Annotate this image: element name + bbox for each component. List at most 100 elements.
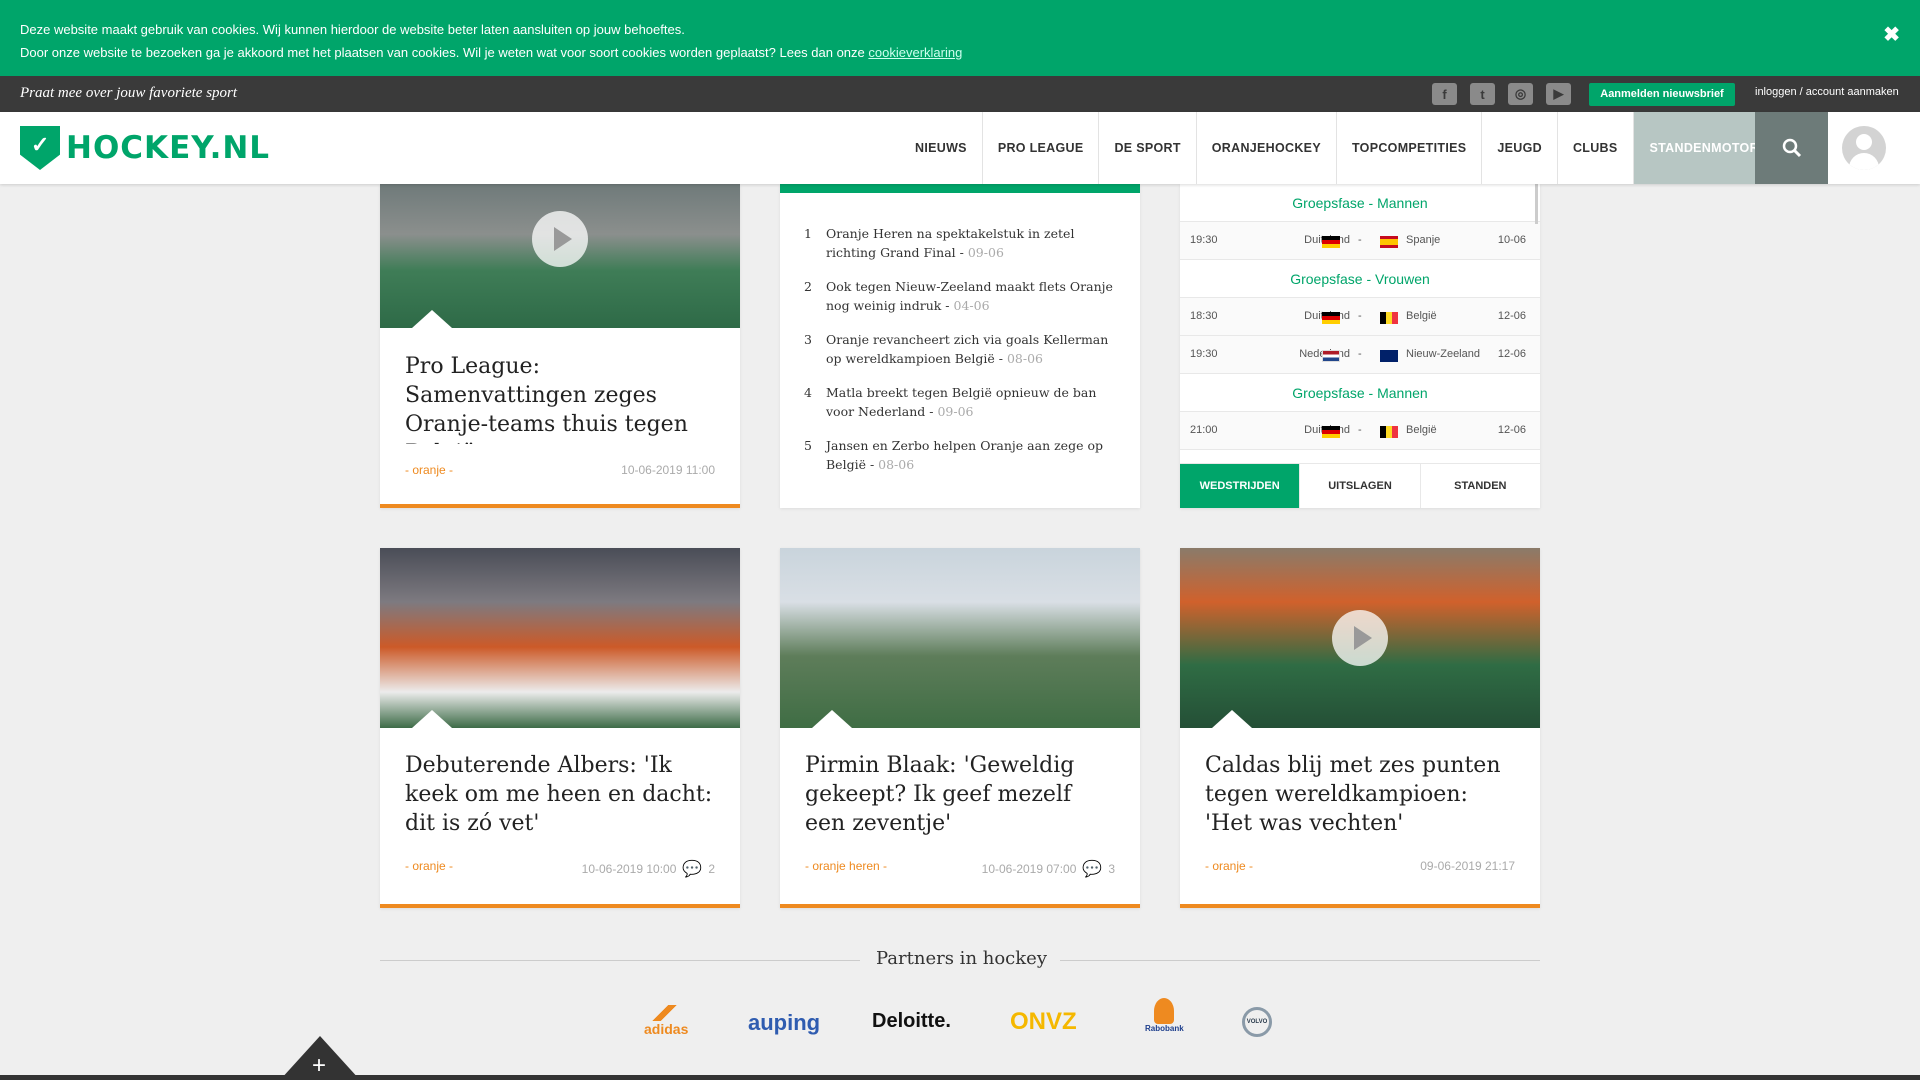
main-header: HOCKEY.NL NIEUWS PRO LEAGUE DE SPORT ORA… bbox=[0, 112, 1920, 184]
scrollbar[interactable] bbox=[1535, 184, 1538, 224]
nav-item-de-sport[interactable]: DE SPORT bbox=[1098, 112, 1195, 184]
article-date: 09-06-2019 21:17 bbox=[1420, 859, 1515, 873]
twitter-icon[interactable]: t bbox=[1470, 83, 1495, 105]
list-item-title: Oranje Heren na spektakelstuk in zetel r… bbox=[826, 226, 1075, 260]
partner-name: ONVZ bbox=[1010, 1008, 1077, 1035]
rabobank-logo-icon bbox=[1154, 998, 1175, 1024]
match-away-team: België bbox=[1406, 310, 1437, 322]
newsletter-button[interactable]: Aanmelden nieuwsbrief bbox=[1589, 83, 1735, 106]
play-icon[interactable] bbox=[532, 211, 588, 267]
card-accent-bar bbox=[780, 904, 1140, 908]
list-item-date: 08-06 bbox=[1006, 351, 1043, 366]
article-tag[interactable]: - oranje - bbox=[405, 859, 453, 873]
nav-item-clubs[interactable]: CLUBS bbox=[1556, 112, 1633, 184]
match-row[interactable]: 19:30 Duitsland - Spanje 10-06 bbox=[1180, 222, 1540, 260]
card-accent-bar bbox=[380, 904, 740, 908]
tab-uitslagen[interactable]: UITSLAGEN bbox=[1299, 464, 1419, 508]
match-away-team: Spanje bbox=[1406, 234, 1441, 246]
list-item[interactable]: 5 Jansen en Zerbo helpen Oranje aan zege … bbox=[804, 436, 1120, 474]
article-meta: 10-06-2019 10:00 💬 2 bbox=[582, 859, 715, 879]
notch bbox=[412, 710, 452, 728]
nav-item-oranjehockey[interactable]: ORANJEHOCKEY bbox=[1195, 112, 1336, 184]
flag-germany-icon bbox=[1322, 426, 1340, 438]
partners-title: Partners in hockey bbox=[876, 948, 1047, 969]
article-card[interactable]: Pirmin Blaak: 'Geweldig gekeept? Ik geef… bbox=[780, 548, 1140, 908]
site-logo[interactable]: HOCKEY.NL bbox=[20, 126, 270, 170]
popular-articles-panel: 1 Oranje Heren na spektakelstuk in zetel … bbox=[780, 184, 1140, 508]
top-strip: Praat mee over jouw favoriete sport f t … bbox=[0, 76, 1920, 112]
schedule-tabs: WEDSTRIJDEN UITSLAGEN STANDEN bbox=[1180, 463, 1540, 508]
schedule-panel: Groepsfase - Mannen 19:30 Duitsland - Sp… bbox=[1180, 184, 1540, 508]
nav-item-nieuws[interactable]: NIEUWS bbox=[900, 112, 982, 184]
notch bbox=[412, 310, 452, 328]
article-title[interactable]: Pro League: Samenvattingen zeges Oranje-… bbox=[405, 352, 715, 444]
partner-logo-auping[interactable]: auping bbox=[748, 1010, 820, 1036]
article-image bbox=[780, 548, 1140, 728]
match-row[interactable]: 21:00 Duitsland - België 12-06 bbox=[1180, 412, 1540, 450]
match-time: 21:00 bbox=[1190, 424, 1218, 436]
article-title[interactable]: Debuterende Albers: 'Ik keek om me heen … bbox=[405, 751, 715, 838]
comment-icon[interactable]: 💬 bbox=[1082, 859, 1102, 879]
article-title[interactable]: Caldas blij met zes punten tegen wereldk… bbox=[1205, 751, 1515, 838]
facebook-icon[interactable]: f bbox=[1432, 83, 1457, 105]
article-card[interactable]: Caldas blij met zes punten tegen wereldk… bbox=[1180, 548, 1540, 908]
match-time: 19:30 bbox=[1190, 234, 1218, 246]
volvo-logo-icon: VOLVO bbox=[1242, 1007, 1272, 1037]
partner-logo-onvz[interactable]: ONVZ bbox=[1010, 1008, 1077, 1036]
match-row[interactable]: 18:30 Duitsland - België 12-06 bbox=[1180, 298, 1540, 336]
list-item[interactable]: 2 Ook tegen Nieuw-Zeeland maakt flets Ora… bbox=[804, 277, 1120, 315]
youtube-icon[interactable]: ▶ bbox=[1546, 83, 1571, 105]
article-image bbox=[380, 548, 740, 728]
cookie-text-line2: Door onze website te bezoeken ga je akko… bbox=[20, 41, 1900, 64]
flag-germany-icon bbox=[1322, 312, 1340, 324]
list-item-number: 1 bbox=[804, 226, 812, 241]
list-item-number: 4 bbox=[804, 385, 812, 400]
match-separator: - bbox=[1358, 348, 1362, 360]
article-meta: 10-06-2019 07:00 💬 3 bbox=[982, 859, 1115, 879]
partner-logo-deloitte[interactable]: Deloitte. bbox=[872, 1010, 951, 1033]
article-card[interactable]: Debuterende Albers: 'Ik keek om me heen … bbox=[380, 548, 740, 908]
tab-wedstrijden[interactable]: WEDSTRIJDEN bbox=[1180, 464, 1300, 508]
article-card[interactable]: Pro League: Samenvattingen zeges Oranje-… bbox=[380, 184, 740, 508]
avatar[interactable] bbox=[1842, 126, 1886, 170]
list-item[interactable]: 3 Oranje revancheert zich via goals Kelle… bbox=[804, 330, 1120, 368]
list-item-date: 08-06 bbox=[878, 457, 915, 472]
comment-icon[interactable]: 💬 bbox=[682, 859, 702, 879]
search-button[interactable] bbox=[1755, 112, 1828, 184]
logo-text: HOCKEY.NL bbox=[66, 130, 271, 166]
partner-logo-rabobank[interactable]: Rabobank bbox=[1145, 998, 1184, 1033]
cookie-policy-link[interactable]: cookieverklaring bbox=[868, 45, 962, 60]
match-time: 19:30 bbox=[1190, 348, 1218, 360]
footer-expand-tab[interactable]: + bbox=[280, 1036, 360, 1080]
article-tag[interactable]: - oranje heren - bbox=[805, 859, 887, 873]
partner-logo-volvo[interactable]: VOLVO bbox=[1242, 1007, 1272, 1037]
nav-item-jeugd[interactable]: JEUGD bbox=[1481, 112, 1557, 184]
article-date-text: 10-06-2019 11:00 bbox=[621, 463, 715, 477]
tab-standen[interactable]: STANDEN bbox=[1419, 464, 1540, 508]
flag-germany-icon bbox=[1322, 236, 1340, 248]
cookie-text-line1: Deze website maakt gebruik van cookies. … bbox=[20, 22, 685, 37]
instagram-icon[interactable]: ◎ bbox=[1508, 83, 1533, 105]
list-item[interactable]: 1 Oranje Heren na spektakelstuk in zetel … bbox=[804, 224, 1120, 262]
match-date: 12-06 bbox=[1497, 348, 1526, 360]
partner-logo-adidas[interactable]: adidas bbox=[644, 1005, 688, 1037]
article-tag[interactable]: - oranje - bbox=[405, 463, 453, 477]
article-tag[interactable]: - oranje - bbox=[1205, 859, 1253, 873]
nav-item-pro-league[interactable]: PRO LEAGUE bbox=[981, 112, 1099, 184]
nav-item-standenmotor[interactable]: STANDENMOTOR bbox=[1632, 112, 1775, 184]
match-time: 18:30 bbox=[1190, 310, 1218, 322]
login-link[interactable]: inloggen / account aanmaken bbox=[1755, 86, 1899, 98]
match-row[interactable]: 19:30 Nederland - Nieuw-Zeeland 12-06 bbox=[1180, 336, 1540, 374]
list-item[interactable]: 4 Matla breekt tegen België opnieuw de ba… bbox=[804, 383, 1120, 421]
comment-count: 3 bbox=[1108, 862, 1115, 876]
play-icon[interactable] bbox=[1332, 610, 1388, 666]
match-separator: - bbox=[1358, 234, 1362, 246]
schedule-list: Groepsfase - Mannen 19:30 Duitsland - Sp… bbox=[1180, 184, 1540, 450]
article-title[interactable]: Pirmin Blaak: 'Geweldig gekeept? Ik geef… bbox=[805, 751, 1115, 838]
notch bbox=[1212, 710, 1252, 728]
nav-item-topcompetities[interactable]: TOPCOMPETITIES bbox=[1335, 112, 1481, 184]
close-icon[interactable]: ✖ bbox=[1883, 24, 1900, 47]
flag-netherlands-icon bbox=[1322, 350, 1340, 362]
main-nav: NIEUWS PRO LEAGUE DE SPORT ORANJEHOCKEY … bbox=[900, 112, 1775, 184]
match-date: 12-06 bbox=[1497, 424, 1526, 436]
